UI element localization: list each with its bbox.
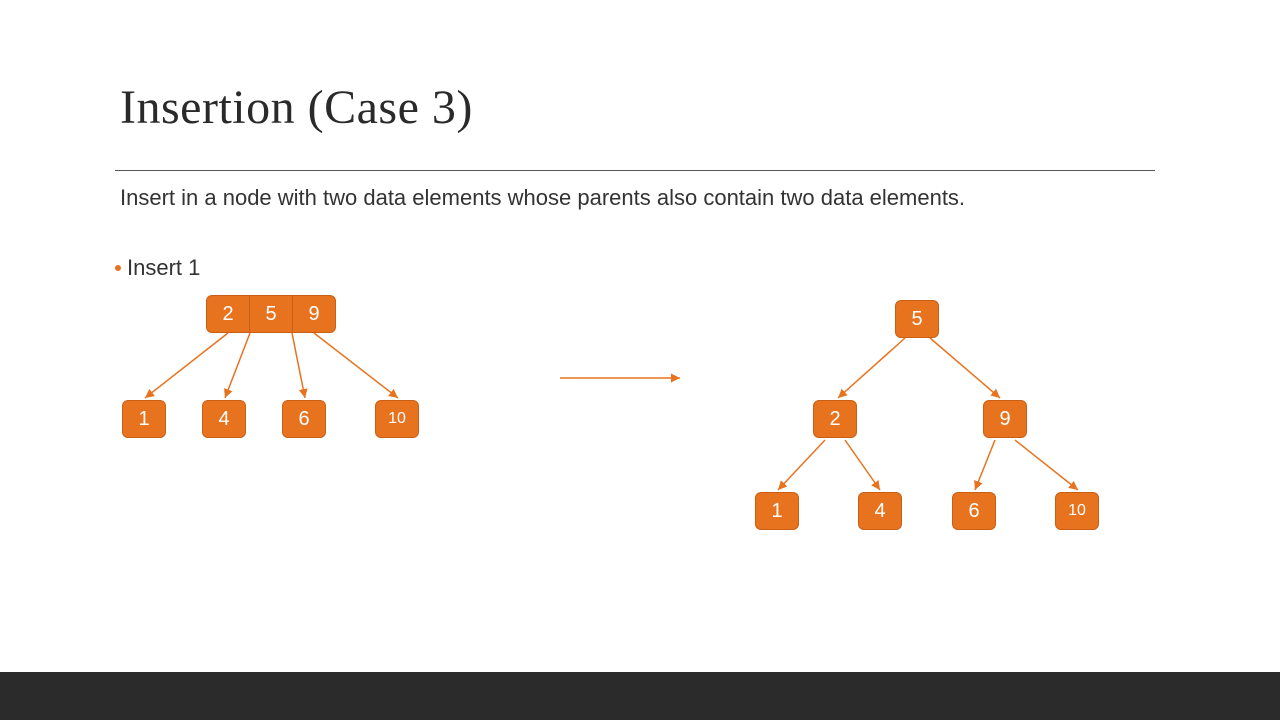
right-leaf-2: 6 — [952, 492, 996, 530]
footer-bar — [0, 672, 1280, 720]
bullet-text: Insert 1 — [127, 255, 200, 281]
left-leaf-0: 1 — [122, 400, 166, 438]
left-root-cell-1: 5 — [249, 295, 293, 333]
slide-subtitle: Insert in a node with two data elements … — [120, 185, 965, 211]
left-root-cell-2: 9 — [292, 295, 336, 333]
left-leaf-3: 10 — [375, 400, 419, 438]
title-divider — [115, 170, 1155, 171]
left-leaf-1: 4 — [202, 400, 246, 438]
right-leaf-1: 4 — [858, 492, 902, 530]
right-leaf-3: 10 — [1055, 492, 1099, 530]
right-mid-0: 2 — [813, 400, 857, 438]
right-leaf-0: 1 — [755, 492, 799, 530]
bullet-icon — [115, 265, 121, 271]
left-root-cell-0: 2 — [206, 295, 250, 333]
right-root: 5 — [895, 300, 939, 338]
slide-title: Insertion (Case 3) — [120, 80, 473, 135]
bullet-item: Insert 1 — [115, 255, 200, 281]
slide: Insertion (Case 3) Insert in a node with… — [0, 0, 1280, 720]
left-leaf-2: 6 — [282, 400, 326, 438]
right-mid-1: 9 — [983, 400, 1027, 438]
